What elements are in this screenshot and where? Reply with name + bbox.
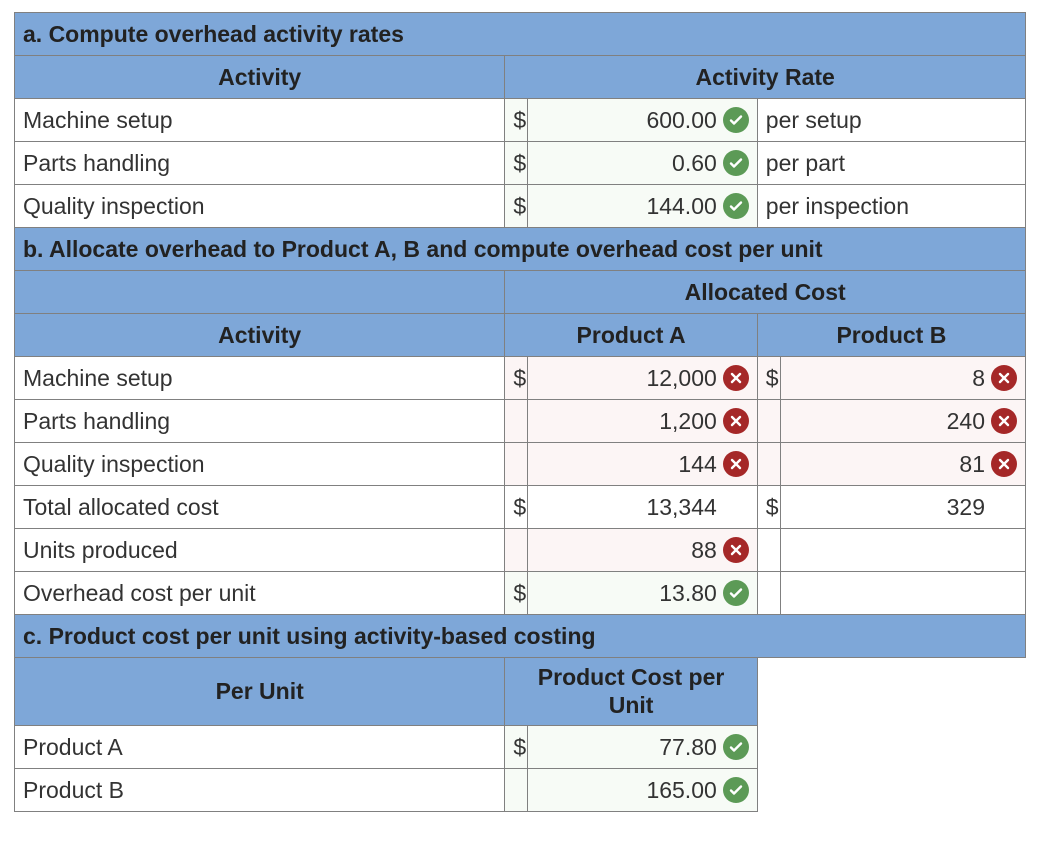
worksheet-table: a. Compute overhead activity rates Activ… [14,12,1026,812]
product-b-value[interactable]: 8 [780,357,1025,400]
blank-cell [757,658,1025,726]
currency-symbol: $ [505,726,528,769]
currency-symbol [757,400,780,443]
table-row: Quality inspection 144 81 [15,443,1026,486]
col-header-product-cost: Product Cost per Unit [505,658,757,726]
activity-label: Overhead cost per unit [15,572,505,615]
product-a-value[interactable]: 12,000 [528,357,758,400]
currency-symbol [505,443,528,486]
x-icon [723,365,749,391]
product-a-value[interactable]: 88 [528,529,758,572]
table-row: Product A $ 77.80 [15,726,1026,769]
product-a-value[interactable]: 1,200 [528,400,758,443]
table-row: Overhead cost per unit $ 13.80 [15,572,1026,615]
blank-cell [757,726,1025,769]
section-c-title: c. Product cost per unit using activity-… [15,615,1026,658]
rate-unit: per part [757,142,1025,185]
currency-symbol: $ [505,142,528,185]
activity-label: Quality inspection [15,443,505,486]
currency-symbol: $ [505,486,528,529]
product-b-value[interactable] [780,529,1025,572]
check-icon [723,777,749,803]
col-header-product-a: Product A [505,314,757,357]
x-icon [723,408,749,434]
currency-symbol: $ [757,486,780,529]
rate-unit: per setup [757,99,1025,142]
x-icon [723,537,749,563]
product-a-value[interactable]: 144 [528,443,758,486]
group-header-allocated-cost: Allocated Cost [505,271,1026,314]
currency-symbol: $ [505,572,528,615]
product-b-value[interactable]: 81 [780,443,1025,486]
check-icon [723,150,749,176]
activity-label: Parts handling [15,400,505,443]
product-cost-value[interactable]: 77.80 [528,726,758,769]
currency-symbol [757,443,780,486]
x-icon [723,451,749,477]
table-row: Units produced 88 [15,529,1026,572]
currency-symbol [757,572,780,615]
activity-label: Quality inspection [15,185,505,228]
table-row: Product B 165.00 [15,769,1026,812]
check-icon [723,107,749,133]
table-row: Machine setup $ 12,000 $ 8 [15,357,1026,400]
check-icon [723,580,749,606]
activity-label: Machine setup [15,99,505,142]
currency-symbol [505,529,528,572]
section-a-title: a. Compute overhead activity rates [15,13,1026,56]
currency-symbol: $ [505,357,528,400]
x-icon [991,365,1017,391]
product-label: Product B [15,769,505,812]
activity-rate-value[interactable]: 144.00 [528,185,758,228]
table-row: Total allocated cost $ 13,344 $ 329 [15,486,1026,529]
currency-symbol: $ [505,185,528,228]
activity-rate-value[interactable]: 600.00 [528,99,758,142]
currency-symbol: $ [757,357,780,400]
currency-symbol [757,529,780,572]
col-header-activity-rate: Activity Rate [505,56,1026,99]
col-header-activity: Activity [15,56,505,99]
blank-cell [757,769,1025,812]
product-b-value[interactable]: 329 [780,486,1025,529]
product-label: Product A [15,726,505,769]
activity-label: Total allocated cost [15,486,505,529]
col-header-activity: Activity [15,314,505,357]
currency-symbol [505,400,528,443]
product-a-value[interactable]: 13.80 [528,572,758,615]
activity-label: Parts handling [15,142,505,185]
col-header-per-unit: Per Unit [15,658,505,726]
table-row: Quality inspection $ 144.00 per inspecti… [15,185,1026,228]
currency-symbol: $ [505,99,528,142]
product-b-value[interactable] [780,572,1025,615]
activity-rate-value[interactable]: 0.60 [528,142,758,185]
check-icon [723,193,749,219]
check-icon [723,734,749,760]
x-icon [991,408,1017,434]
activity-label: Units produced [15,529,505,572]
product-b-value[interactable]: 240 [780,400,1025,443]
x-icon [991,451,1017,477]
rate-unit: per inspection [757,185,1025,228]
table-row: Parts handling 1,200 240 [15,400,1026,443]
product-a-value[interactable]: 13,344 [528,486,758,529]
section-b-title: b. Allocate overhead to Product A, B and… [15,228,1026,271]
currency-symbol [505,769,528,812]
table-row: Machine setup $ 600.00 per setup [15,99,1026,142]
col-header-product-b: Product B [757,314,1025,357]
product-cost-value[interactable]: 165.00 [528,769,758,812]
blank-header [15,271,505,314]
table-row: Parts handling $ 0.60 per part [15,142,1026,185]
activity-label: Machine setup [15,357,505,400]
